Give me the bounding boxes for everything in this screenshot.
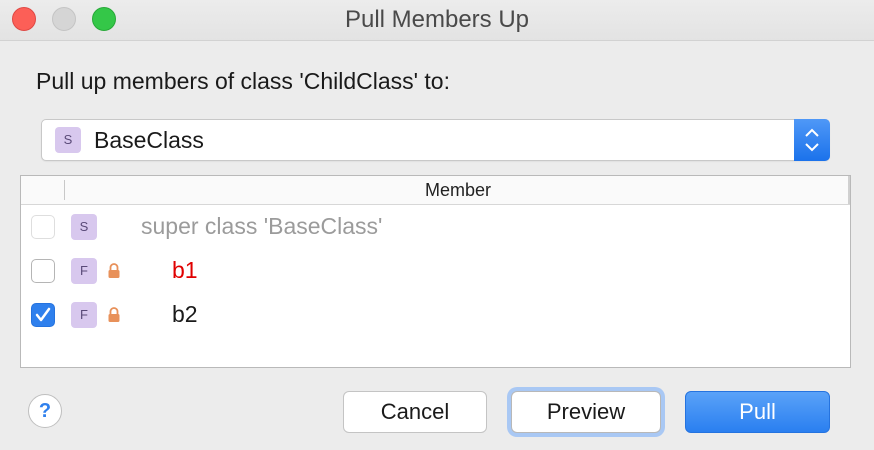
member-name: b1 (172, 257, 198, 283)
table-header: Member (21, 176, 850, 205)
member-column-header[interactable]: Member (21, 180, 850, 201)
lock-icon (107, 262, 121, 285)
member-checkbox[interactable] (31, 303, 55, 327)
member-name: b2 (172, 301, 198, 327)
window-title: Pull Members Up (344, 6, 530, 33)
table-row[interactable]: Fb1 (21, 249, 850, 293)
prompt-label: Pull up members of class 'ChildClass' to… (36, 68, 450, 94)
member-checkbox (31, 215, 55, 239)
cancel-button[interactable]: Cancel (343, 391, 487, 433)
members-table: Member Ssuper class 'BaseClass' Fb1 Fb2 (20, 175, 851, 368)
header-edge (848, 176, 850, 204)
lock-icon (107, 306, 121, 329)
preview-button[interactable]: Preview (511, 391, 661, 433)
member-checkbox[interactable] (31, 259, 55, 283)
class-badge-icon: S (55, 127, 81, 153)
target-class-select[interactable]: S BaseClass (41, 119, 830, 161)
chevron-up-down-icon[interactable] (794, 119, 830, 161)
member-kind-badge-icon: F (71, 258, 97, 284)
help-button[interactable]: ? (28, 394, 62, 428)
target-class-value: BaseClass (94, 127, 204, 153)
checkmark-icon (35, 307, 51, 322)
table-row[interactable]: Fb2 (21, 293, 850, 337)
pull-button[interactable]: Pull (685, 391, 830, 433)
member-name: super class 'BaseClass' (141, 213, 383, 239)
member-kind-badge-icon: S (71, 214, 97, 240)
member-kind-badge-icon: F (71, 302, 97, 328)
title-bar: Pull Members Up (0, 0, 874, 41)
table-row[interactable]: Ssuper class 'BaseClass' (21, 205, 850, 249)
